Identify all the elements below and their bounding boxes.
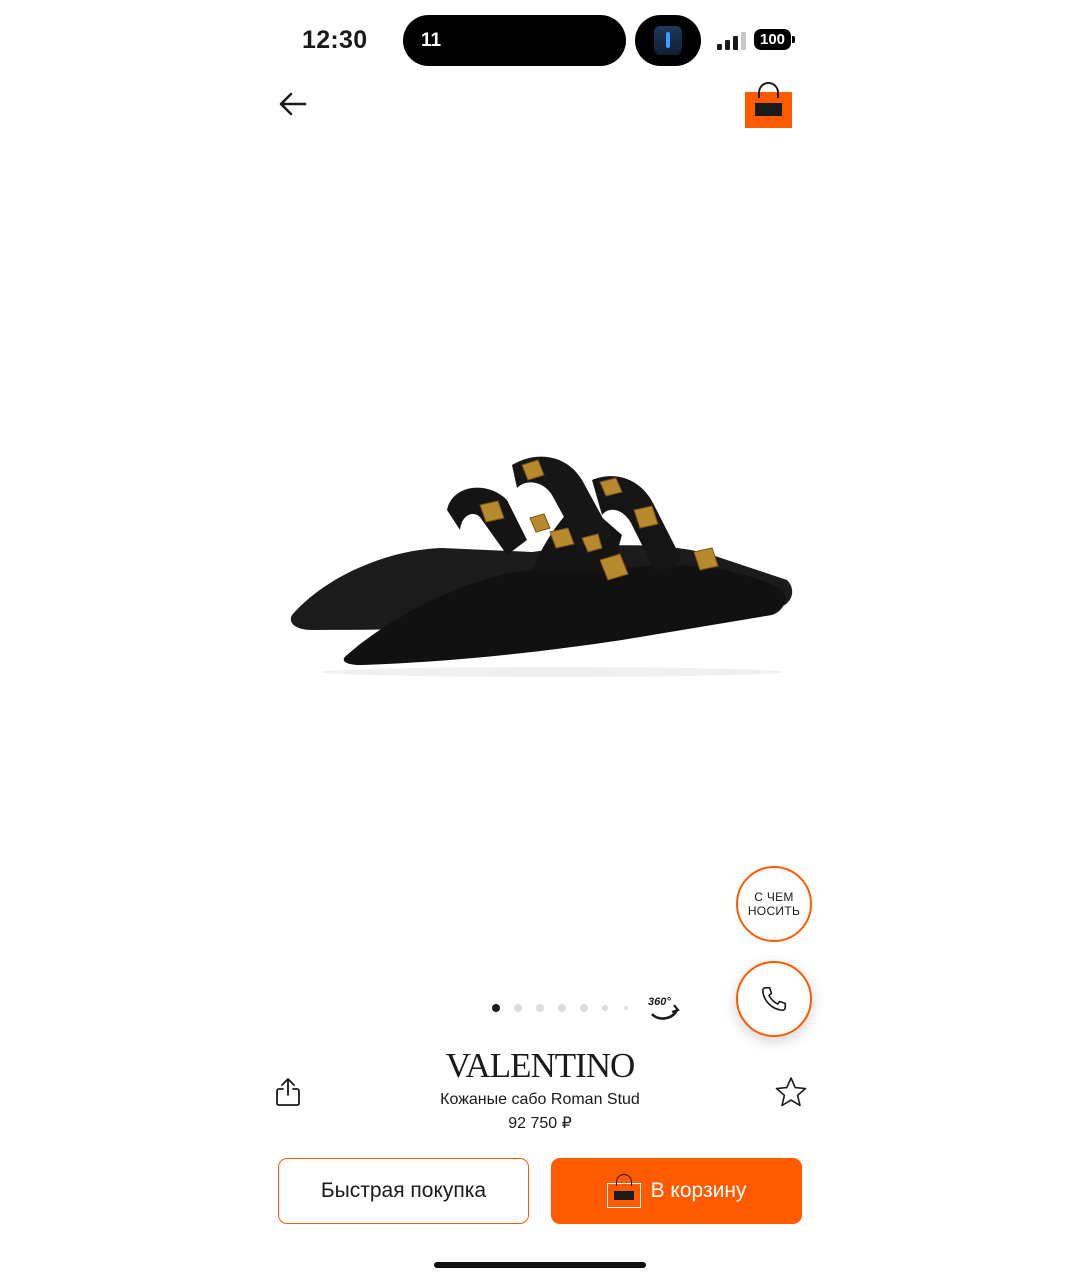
app-icon xyxy=(654,26,682,55)
arrow-left-icon[interactable] xyxy=(277,88,309,120)
pager-dot[interactable] xyxy=(514,1004,522,1012)
product-name: Кожаные сабо Roman Stud xyxy=(440,1091,640,1108)
product-screen: 12:30 11 100 С ЧЕМ НОСИТЬ 360° VALENTINO… xyxy=(262,0,818,1280)
dynamic-island[interactable]: 11 xyxy=(403,15,626,66)
brand-name[interactable]: VALENTINO xyxy=(370,1046,710,1086)
product-image[interactable] xyxy=(282,440,802,680)
pager-dot[interactable] xyxy=(558,1004,566,1012)
view-360-icon[interactable]: 360° xyxy=(648,994,680,1022)
status-time: 12:30 xyxy=(302,26,368,54)
cellular-signal-icon xyxy=(717,30,747,50)
view-360-label: 360° xyxy=(648,996,671,1008)
product-price: 92 750 ₽ xyxy=(508,1115,572,1132)
add-to-cart-button[interactable]: В корзину xyxy=(551,1158,802,1224)
battery-indicator: 100 xyxy=(754,29,795,50)
pager-dot[interactable] xyxy=(580,1004,588,1012)
call-button[interactable] xyxy=(736,961,812,1037)
quick-buy-label: Быстрая покупка xyxy=(320,1179,487,1202)
outfit-suggestions-button[interactable]: С ЧЕМ НОСИТЬ xyxy=(736,866,812,942)
home-indicator[interactable] xyxy=(434,1262,646,1268)
add-to-cart-label: В корзину xyxy=(650,1179,747,1202)
pager-dot[interactable] xyxy=(492,1004,500,1012)
pager-dot[interactable] xyxy=(536,1004,544,1012)
shopping-bag-icon xyxy=(606,1174,641,1208)
quick-buy-button[interactable]: Быстрая покупка xyxy=(278,1158,529,1224)
star-favorite-icon[interactable] xyxy=(774,1075,808,1109)
pager-dot[interactable] xyxy=(602,1005,608,1011)
shopping-bag-icon[interactable] xyxy=(745,82,792,128)
pager-dot[interactable] xyxy=(624,1006,628,1010)
live-activity-app[interactable] xyxy=(635,15,701,66)
share-icon[interactable] xyxy=(274,1076,302,1108)
live-activity-text: 11 xyxy=(421,30,442,51)
phone-icon xyxy=(761,986,787,1012)
outfit-label: С ЧЕМ НОСИТЬ xyxy=(747,890,801,918)
